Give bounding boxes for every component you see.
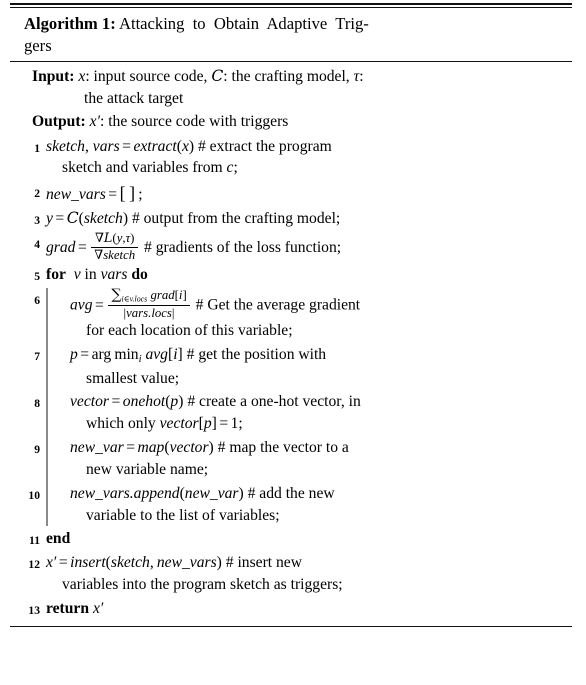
algorithm-line-4: 4 grad = ∇L(y,τ) ∇sketch # gradients of the…: [10, 231, 572, 263]
line-comment: # gradients of the loss function;: [144, 238, 342, 256]
algorithm-line-10: 10 new_vars.append(new_var) # add the ne…: [10, 482, 572, 528]
line-content: new_vars.append(new_var) # add the new v…: [40, 482, 572, 528]
keyword-end: end: [46, 530, 71, 548]
line-number: 7: [34, 349, 40, 363]
line-content: return x′: [46, 599, 104, 617]
line-number: 5: [34, 270, 40, 284]
line-number: 11: [29, 534, 40, 548]
line-content: p = arg mini avg[i] # get the position wit…: [40, 343, 572, 391]
algorithm-block: Algorithm 1: Attacking to Obtain Adaptiv…: [0, 3, 586, 627]
keyword-do: do: [131, 266, 148, 284]
line-continuation: new variable name;: [86, 460, 209, 478]
line-continuation: variable to the list of variables;: [86, 506, 280, 524]
input-label: Input:: [32, 68, 75, 86]
line-number: 12: [28, 558, 40, 572]
algorithm-title-keyword: Algorithm: [24, 14, 98, 33]
keyword-for: for: [46, 266, 66, 284]
line-number: 10: [28, 488, 40, 502]
line-continuation: sketch and variables from c;: [62, 159, 238, 177]
line-content: vector = onehot(p) # create a one-hot vect…: [40, 390, 572, 436]
line-content: new_vars =[ ] ;: [46, 183, 143, 204]
keyword-return: return: [46, 599, 90, 617]
line-content: grad = ∇L(y,τ) ∇sketch # gradients of the l…: [46, 231, 342, 263]
output-text: x′: the source code with triggers: [89, 112, 289, 130]
algorithm-line-9: 9 new_var = map(vector) # map the vector t…: [10, 436, 572, 482]
line-comment: # get the position with: [186, 345, 327, 363]
fraction-denominator: |vars.locs|: [123, 305, 175, 320]
algorithm-title: Algorithm 1: Attacking to Obtain Adaptiv…: [10, 8, 572, 58]
output-row: Output: x′: the source code with trigger…: [32, 111, 570, 133]
line-number: 6: [34, 293, 40, 307]
line-content: sketch, vars = extract(x) # extract the pr…: [40, 135, 572, 181]
line-continuation: variables into the program sketch as tri…: [62, 576, 343, 594]
line-comment: # create a one-hot vector, in: [187, 393, 361, 411]
line-content: for v in vars do: [46, 266, 148, 284]
line-number: 8: [34, 397, 40, 411]
input-text-continued: the attack target: [84, 89, 184, 107]
line-number: 3: [34, 214, 40, 228]
fraction-numerator: ∑i∈v.locs grad[i]: [108, 287, 190, 306]
algorithm-line-2: 2 new_vars =[ ] ;: [10, 180, 572, 207]
line-number: 13: [28, 603, 40, 617]
fraction-numerator: ∇L(y,τ): [91, 231, 139, 248]
output-label: Output:: [32, 112, 86, 130]
algorithm-line-12: 12 x′ = insert(sketch, new_vars) # insert …: [10, 551, 572, 597]
input-row: Input: x: input source code, C: the craf…: [32, 66, 570, 110]
line-number: 4: [34, 238, 40, 252]
line-comment: # output from the crafting model;: [131, 210, 341, 228]
line-continuation: for each location of this variable;: [86, 322, 293, 339]
line-continuation: which only vector[p] = 1;: [86, 415, 243, 433]
line-comment: # insert new: [225, 554, 302, 572]
algorithm-line-13: 13 return x′: [10, 597, 572, 621]
line-comment: # add the new: [247, 484, 335, 502]
line-content: avg = ∑i∈v.locs grad[i] |vars.locs| # Get t…: [40, 287, 572, 343]
algorithm-line-7: 7 p = arg mini avg[i] # get the position w…: [10, 343, 572, 391]
algorithm-line-8: 8 vector = onehot(p) # create a one-hot ve…: [10, 390, 572, 436]
line-comment: # map the vector to a: [217, 439, 349, 457]
line-content: y = C(sketch) # output from the crafting m…: [46, 209, 341, 228]
bottom-rule: [10, 625, 572, 627]
line-number: 9: [34, 443, 40, 457]
line-content: x′ = insert(sketch, new_vars) # insert new…: [40, 551, 572, 597]
algorithm-lines: 1 sketch, vars = extract(x) # extract the …: [10, 134, 572, 621]
title-separator-rule: [10, 61, 572, 63]
line-comment: # Get the average gradient: [195, 296, 361, 314]
input-text: x: input source code, C: the crafting mo…: [78, 67, 364, 86]
io-block: Input: x: input source code, C: the craf…: [10, 64, 572, 132]
fraction-denominator: ∇sketch: [94, 247, 136, 263]
gradient-fraction: ∇L(y,τ) ∇sketch: [91, 231, 139, 263]
line-comment: # extract the program: [197, 137, 332, 155]
line-content: end: [40, 527, 572, 551]
line-continuation: smallest value;: [86, 369, 180, 387]
algorithm-line-3: 3 y = C(sketch) # output from the crafting…: [10, 207, 572, 231]
algorithm-line-5: 5 for v in vars do: [10, 263, 572, 287]
line-number: 2: [34, 187, 40, 201]
algorithm-line-11: 11 end: [10, 527, 572, 551]
algorithm-line-6: 6 avg = ∑i∈v.locs grad[i] |vars.locs| # Get…: [10, 287, 572, 343]
algorithm-line-1: 1 sketch, vars = extract(x) # extract the …: [10, 135, 572, 181]
algorithm-title-number: 1:: [101, 14, 116, 33]
line-content: new_var = map(vector) # map the vector to …: [40, 436, 572, 482]
line-number: 1: [34, 141, 40, 155]
average-fraction: ∑i∈v.locs grad[i] |vars.locs|: [108, 287, 190, 320]
